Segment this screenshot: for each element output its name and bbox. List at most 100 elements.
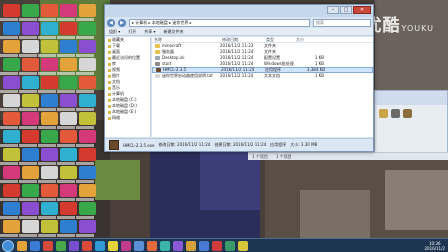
desktop-shortcut-icon[interactable] xyxy=(22,184,39,197)
taskbar-app-icon[interactable] xyxy=(225,240,235,251)
desktop-shortcut-icon[interactable] xyxy=(60,148,77,161)
desktop-shortcut-icon[interactable] xyxy=(3,4,20,17)
app-icon[interactable] xyxy=(403,109,412,118)
app-icon[interactable] xyxy=(379,109,388,118)
new-folder-button[interactable]: 新建文件夹 xyxy=(164,29,184,35)
desktop-shortcut-icon[interactable] xyxy=(79,94,96,107)
taskbar-app-icon[interactable] xyxy=(108,240,118,251)
desktop-shortcut-icon[interactable] xyxy=(79,130,96,143)
desktop-shortcut-icon[interactable] xyxy=(41,166,58,179)
desktop-shortcut-icon[interactable] xyxy=(22,130,39,143)
window-titlebar[interactable]: – □ ✕ xyxy=(105,5,373,17)
search-input[interactable]: 搜索 xyxy=(313,18,371,27)
desktop-shortcut-icon[interactable] xyxy=(60,130,77,143)
desktop-shortcut-icon[interactable] xyxy=(3,130,20,143)
desktop-shortcut-icon[interactable] xyxy=(3,184,20,197)
desktop-shortcut-icon[interactable] xyxy=(79,202,96,215)
desktop-shortcut-icon[interactable] xyxy=(3,166,20,179)
desktop-shortcut-icon[interactable] xyxy=(60,220,77,233)
desktop-shortcut-icon[interactable] xyxy=(3,220,20,233)
desktop-shortcut-icon[interactable] xyxy=(22,76,39,89)
maximize-button[interactable]: □ xyxy=(340,6,352,14)
desktop-shortcut-icon[interactable] xyxy=(41,22,58,35)
desktop-shortcut-icon[interactable] xyxy=(60,22,77,35)
desktop-shortcut-icon[interactable] xyxy=(79,4,96,17)
nav-item[interactable]: 网络 xyxy=(105,115,150,121)
desktop-shortcut-icon[interactable] xyxy=(22,148,39,161)
address-bar[interactable]: ▸ 计算机 ▸ 本地磁盘 ▸ 迷你世界 ▸ xyxy=(129,18,310,27)
forward-button[interactable]: ▶ xyxy=(118,18,126,27)
desktop-shortcut-icon[interactable] xyxy=(22,202,39,215)
desktop-shortcut-icon[interactable] xyxy=(79,40,96,53)
desktop-shortcut-icon[interactable] xyxy=(41,58,58,71)
desktop-shortcut-icon[interactable] xyxy=(60,76,77,89)
file-explorer-window[interactable]: – □ ✕ ◀ ▶ ▸ 计算机 ▸ 本地磁盘 ▸ 迷你世界 ▸ 搜索 组织 ▾ … xyxy=(104,4,374,152)
desktop-shortcut-icon[interactable] xyxy=(3,202,20,215)
taskbar-app-icon[interactable] xyxy=(186,240,196,251)
back-button[interactable]: ◀ xyxy=(107,18,115,27)
desktop-shortcut-icon[interactable] xyxy=(22,40,39,53)
close-button[interactable]: ✕ xyxy=(353,6,371,14)
desktop-shortcut-icon[interactable] xyxy=(3,58,20,71)
file-row[interactable]: 迷你世界启动器使用说明.txt 2016/11/2 11:24 文本文档 1 KB xyxy=(152,73,373,79)
desktop-shortcut-icon[interactable] xyxy=(3,76,20,89)
desktop-shortcut-icon[interactable] xyxy=(3,148,20,161)
desktop-shortcut-icon[interactable] xyxy=(3,94,20,107)
desktop-shortcut-icon[interactable] xyxy=(60,94,77,107)
organize-menu[interactable]: 组织 ▾ xyxy=(109,29,120,35)
desktop-shortcut-icon[interactable] xyxy=(60,4,77,17)
taskbar-app-icon[interactable] xyxy=(43,240,53,251)
desktop-shortcut-icon[interactable] xyxy=(79,148,96,161)
desktop-shortcut-icon[interactable] xyxy=(79,76,96,89)
desktop-shortcut-icon[interactable] xyxy=(22,166,39,179)
desktop-shortcut-icon[interactable] xyxy=(79,166,96,179)
app-icon[interactable] xyxy=(391,109,400,118)
taskbar-app-icon[interactable] xyxy=(56,240,66,251)
share-menu[interactable]: 共享 ▾ xyxy=(144,29,155,35)
taskbar-app-icon[interactable] xyxy=(147,240,157,251)
column-type[interactable]: 类型 xyxy=(264,37,294,42)
desktop-shortcut-icon[interactable] xyxy=(60,202,77,215)
desktop-shortcut-icon[interactable] xyxy=(3,22,20,35)
taskbar-app-icon[interactable] xyxy=(199,240,209,251)
desktop-shortcut-icon[interactable] xyxy=(41,220,58,233)
taskbar-app-icon[interactable] xyxy=(17,240,27,251)
desktop-shortcut-icon[interactable] xyxy=(41,40,58,53)
desktop-shortcut-icon[interactable] xyxy=(41,76,58,89)
desktop-shortcut-icon[interactable] xyxy=(41,94,58,107)
desktop-shortcut-icon[interactable] xyxy=(3,40,20,53)
desktop-shortcut-icon[interactable] xyxy=(60,166,77,179)
taskbar-app-icon[interactable] xyxy=(121,240,131,251)
desktop-shortcut-icon[interactable] xyxy=(60,184,77,197)
taskbar-app-icon[interactable] xyxy=(238,240,248,251)
taskbar-app-icon[interactable] xyxy=(173,240,183,251)
desktop-shortcut-icon[interactable] xyxy=(22,220,39,233)
taskbar-app-icon[interactable] xyxy=(212,240,222,251)
desktop-shortcut-icon[interactable] xyxy=(41,202,58,215)
column-size[interactable]: 大小 xyxy=(294,37,324,42)
desktop-shortcut-icon[interactable] xyxy=(22,58,39,71)
desktop-shortcut-icon[interactable] xyxy=(41,184,58,197)
open-button[interactable]: 打开 xyxy=(128,29,136,35)
desktop-shortcut-icon[interactable] xyxy=(22,94,39,107)
desktop-shortcut-icon[interactable] xyxy=(79,58,96,71)
desktop-shortcut-icon[interactable] xyxy=(41,130,58,143)
clock[interactable]: 10:36 2016/11/2 xyxy=(424,241,445,251)
desktop-shortcut-icon[interactable] xyxy=(79,22,96,35)
background-window[interactable] xyxy=(374,90,448,160)
desktop-shortcut-icon[interactable] xyxy=(60,112,77,125)
desktop-shortcut-icon[interactable] xyxy=(41,4,58,17)
column-date[interactable]: 修改日期 xyxy=(220,37,264,42)
taskbar-app-icon[interactable] xyxy=(30,240,40,251)
desktop-shortcut-icon[interactable] xyxy=(60,40,77,53)
desktop-shortcut-icon[interactable] xyxy=(79,184,96,197)
desktop-shortcut-icon[interactable] xyxy=(79,220,96,233)
taskbar-app-icon[interactable] xyxy=(134,240,144,251)
minimize-button[interactable]: – xyxy=(327,6,339,14)
taskbar-app-icon[interactable] xyxy=(82,240,92,251)
desktop-shortcut-icon[interactable] xyxy=(41,148,58,161)
desktop-shortcut-icon[interactable] xyxy=(22,112,39,125)
background-window-titlebar[interactable] xyxy=(375,91,447,105)
desktop-shortcut-icon[interactable] xyxy=(22,22,39,35)
desktop-shortcut-icon[interactable] xyxy=(3,112,20,125)
